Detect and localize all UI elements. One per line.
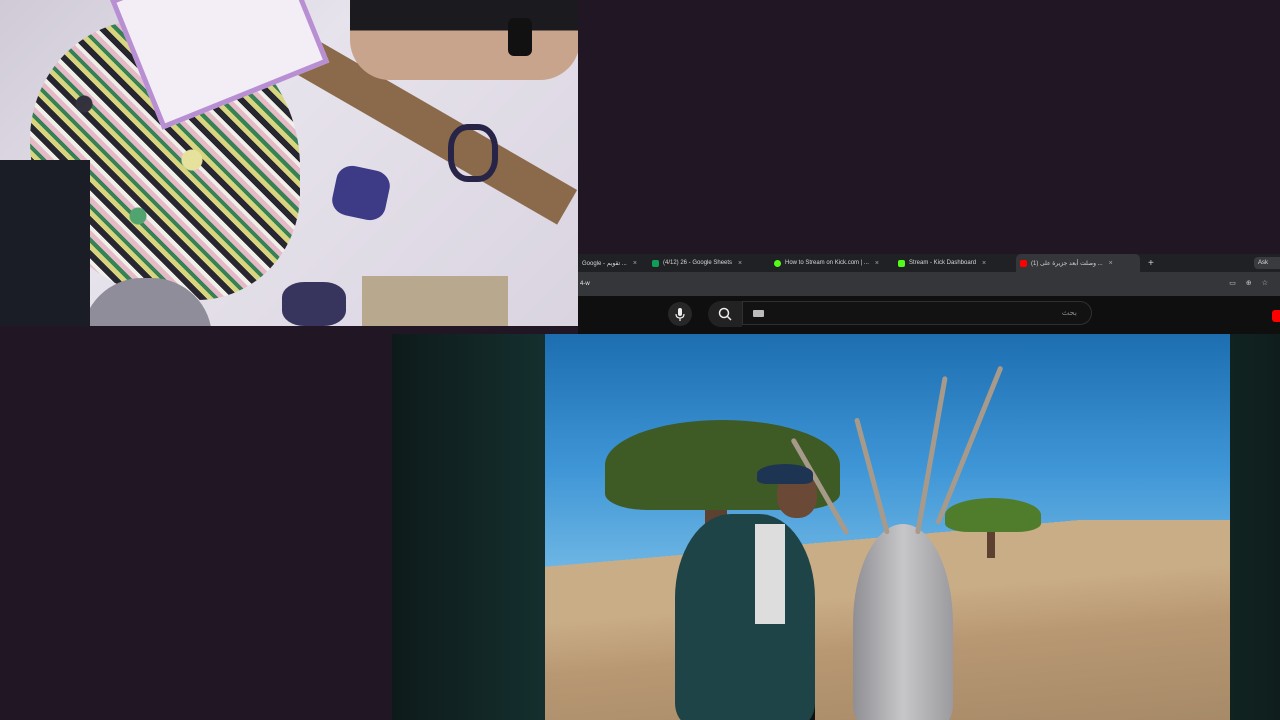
bead-figure-bottom <box>282 282 346 326</box>
keyboard-icon[interactable] <box>753 310 764 317</box>
search-button[interactable] <box>708 301 742 327</box>
stream-background-left <box>0 326 392 720</box>
close-icon[interactable]: × <box>982 260 986 267</box>
address-bar[interactable]: 4-w ▭ ⊕ ☆ <box>578 272 1280 296</box>
kick-icon <box>898 259 905 267</box>
tab-label: (1) وصلت أبعد جزيرة على ... <box>1031 260 1103 267</box>
dark-object <box>0 160 90 326</box>
close-icon[interactable]: × <box>1109 260 1113 267</box>
tab-label: How to Stream on Kick.com | ... <box>785 260 869 266</box>
hands <box>350 0 578 80</box>
star-icon[interactable]: ☆ <box>1262 279 1268 287</box>
tab-label: (4/12) 26 - Google Sheets <box>663 260 733 266</box>
tab-sheets[interactable]: (4/12) 26 - Google Sheets × <box>648 254 770 272</box>
person-cap <box>757 464 813 484</box>
tab-label: Stream - Kick Dashboard <box>909 260 977 266</box>
close-icon[interactable]: × <box>633 260 637 267</box>
small-tree-canopy <box>945 498 1041 532</box>
url-text: 4-w <box>580 281 590 287</box>
bottle-tree-branch <box>854 417 890 535</box>
zoom-icon[interactable]: ⊕ <box>1246 279 1252 287</box>
ask-button[interactable]: Ask <box>1254 257 1280 269</box>
new-tab-button[interactable]: + <box>1148 258 1154 269</box>
search-placeholder: بحث <box>1061 308 1077 317</box>
youtube-logo[interactable] <box>1272 310 1280 322</box>
close-icon[interactable]: × <box>738 260 742 267</box>
bead-figure-outline <box>448 124 498 182</box>
person-shirt <box>755 524 785 624</box>
video-player[interactable] <box>545 334 1230 720</box>
close-icon[interactable]: × <box>875 260 879 267</box>
youtube-icon <box>1020 259 1027 267</box>
tab-kick-dashboard[interactable]: Stream - Kick Dashboard × <box>894 254 1016 272</box>
address-bar-icons: ▭ ⊕ ☆ <box>1229 279 1268 287</box>
tab-kick-guide[interactable]: How to Stream on Kick.com | ... × <box>770 254 894 272</box>
ask-label: Ask <box>1258 260 1269 266</box>
tab-calendar[interactable]: Google - تقويم ... × <box>578 254 648 272</box>
browser-tab-bar: Google - تقويم ... × (4/12) 26 - Google … <box>578 254 1280 272</box>
voice-search-button[interactable] <box>668 302 692 326</box>
youtube-header: بحث <box>578 296 1280 334</box>
install-icon[interactable]: ▭ <box>1229 279 1236 287</box>
smartwatch <box>508 18 532 56</box>
kick-icon <box>774 259 781 267</box>
webcam-overlay <box>0 0 578 326</box>
microphone-icon <box>675 307 685 321</box>
tab-youtube[interactable]: (1) وصلت أبعد جزيرة على ... × <box>1016 254 1140 272</box>
person-jacket <box>675 514 815 720</box>
bottle-tree-trunk <box>853 524 953 720</box>
tab-label: Google - تقويم ... <box>582 260 627 267</box>
cardboard-box <box>362 276 508 326</box>
search-icon <box>718 307 732 321</box>
bead-figure-filled <box>329 162 393 224</box>
sheets-icon <box>652 259 659 267</box>
search-input[interactable]: بحث <box>742 301 1092 325</box>
